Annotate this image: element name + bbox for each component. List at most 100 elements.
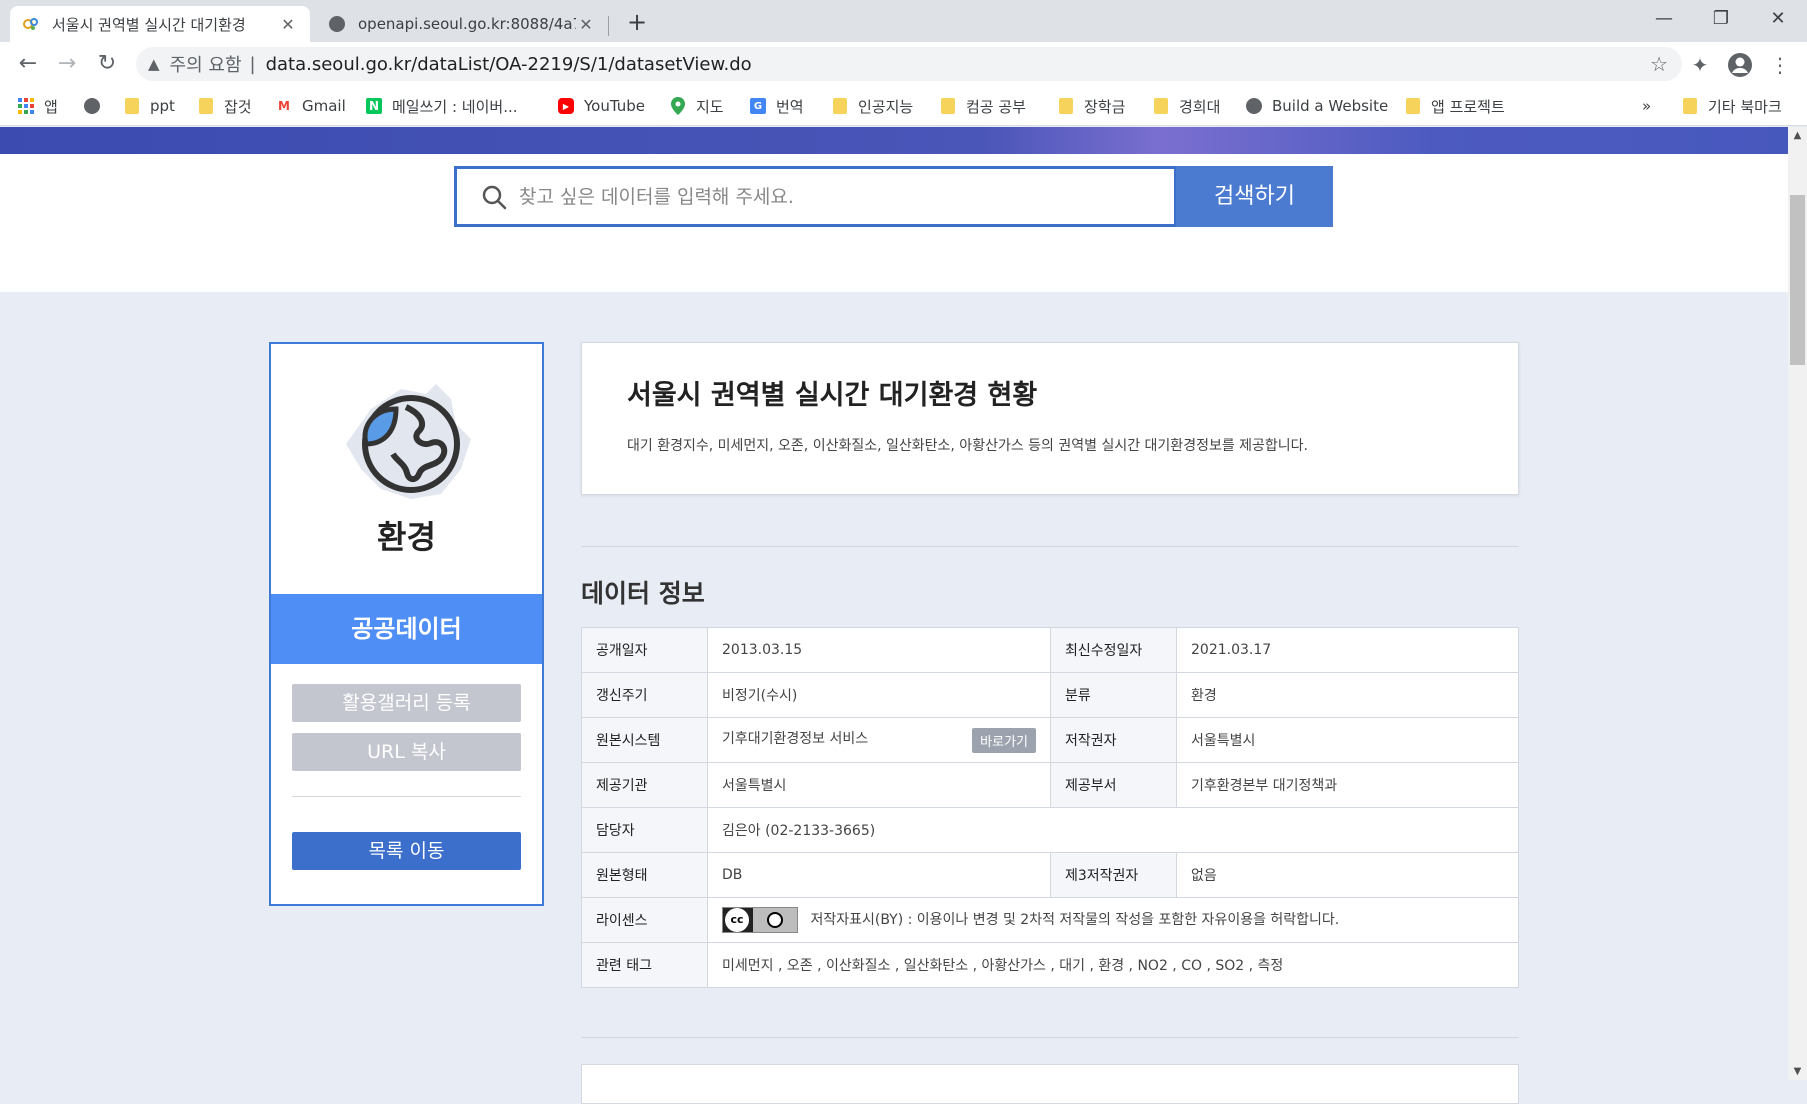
tab-active[interactable]: 서울시 권역별 실시간 대기환경 ✕ xyxy=(10,6,310,42)
bookmark-label: 장학금 xyxy=(1084,97,1126,116)
bookmark-naver-mail[interactable]: N 메일쓰기 : 네이버... xyxy=(366,94,518,118)
close-tab-icon[interactable]: ✕ xyxy=(278,15,298,34)
bookmark-label: Build a Website xyxy=(1272,97,1389,115)
search-box xyxy=(454,166,1177,227)
table-row: 담당자 김은아 (02-2133-3665) xyxy=(581,807,1519,853)
close-window-icon[interactable]: ✕ xyxy=(1750,0,1806,38)
url-copy-button[interactable]: URL 복사 xyxy=(292,733,521,771)
table-cell: 기후환경본부 대기정책과 xyxy=(1176,762,1519,808)
bookmark-build-website[interactable]: Build a Website xyxy=(1246,94,1388,118)
bookmark-label: 앱 프로젝트 xyxy=(1431,97,1505,116)
bookmark-label: Gmail xyxy=(302,97,346,115)
naver-icon: N xyxy=(366,98,382,114)
license-text: 저작자표시(BY) : 이용이나 변경 및 2차적 저작물의 작성을 포함한 자… xyxy=(810,912,1340,928)
extensions-icon[interactable]: ✦ xyxy=(1686,51,1714,79)
source-system-name: 기후대기환경정보 서비스 xyxy=(722,730,869,747)
close-tab-icon[interactable]: ✕ xyxy=(576,15,596,34)
bookmark-label: 잡것 xyxy=(224,97,252,116)
search-input[interactable] xyxy=(507,169,1174,224)
table-header-cell: 원본형태 xyxy=(581,852,708,898)
search-button[interactable]: 검색하기 xyxy=(1176,166,1333,227)
bookmark-khu[interactable]: 경희대 xyxy=(1153,94,1220,118)
restore-icon[interactable]: ❐ xyxy=(1693,0,1749,38)
bookmark-cs-study[interactable]: 컴공 공부 xyxy=(940,94,1026,118)
bookmark-label: 기타 북마크 xyxy=(1708,97,1782,116)
bookmark-ppt[interactable]: ppt xyxy=(124,94,175,118)
table-header-cell: 제3저작권자 xyxy=(1050,852,1177,898)
minimize-icon[interactable]: — xyxy=(1636,0,1692,38)
menu-kebab-icon[interactable]: ⋮ xyxy=(1766,51,1794,79)
new-tab-icon[interactable]: + xyxy=(622,8,652,36)
tab-separator xyxy=(608,16,609,36)
folder-icon xyxy=(1405,98,1421,114)
table-header-cell: 라이센스 xyxy=(581,897,708,943)
section-divider xyxy=(581,1037,1519,1038)
back-icon[interactable]: ← xyxy=(14,50,42,78)
more-bookmarks-icon[interactable]: » xyxy=(1642,94,1651,118)
bookmark-app-project[interactable]: 앱 프로젝트 xyxy=(1405,94,1505,118)
table-row: 갱신주기 비정기(수시) 분류 환경 xyxy=(581,672,1519,718)
url-text[interactable]: data.seoul.go.kr/dataList/OA-2219/S/1/da… xyxy=(266,54,752,75)
bookmark-maps[interactable]: 지도 xyxy=(670,94,724,118)
page-scrollbar[interactable]: ▲ ▼ xyxy=(1788,127,1807,1080)
public-data-band: 공공데이터 xyxy=(271,594,542,664)
bookmark-label: 인공지능 xyxy=(858,97,914,116)
table-cell: 2013.03.15 xyxy=(707,627,1051,673)
sidebar-divider xyxy=(292,796,521,797)
goto-source-button[interactable]: 바로가기 xyxy=(972,727,1036,753)
profile-avatar-icon[interactable] xyxy=(1726,51,1754,79)
bookmark-label: 지도 xyxy=(696,97,724,116)
bookmark-globe[interactable] xyxy=(84,94,110,118)
table-row: 원본형태 DB 제3저작권자 없음 xyxy=(581,852,1519,898)
table-cell: 기후대기환경정보 서비스 바로가기 xyxy=(707,717,1051,763)
tab-strip: 서울시 권역별 실시간 대기환경 ✕ openapi.seoul.go.kr:8… xyxy=(0,0,1807,42)
bookmark-apps[interactable]: 앱 xyxy=(18,94,58,118)
bookmark-scholarship[interactable]: 장학금 xyxy=(1058,94,1125,118)
list-move-button[interactable]: 목록 이동 xyxy=(292,832,521,870)
gallery-register-button[interactable]: 활용갤러리 등록 xyxy=(292,684,521,722)
bookmark-label: ppt xyxy=(150,97,175,115)
security-warning-label[interactable]: 주의 요함 xyxy=(170,51,242,77)
bookmark-label: 앱 xyxy=(44,97,58,116)
table-header-cell: 담당자 xyxy=(581,807,708,853)
table-row: 제공기관 서울특별시 제공부서 기후환경본부 대기정책과 xyxy=(581,762,1519,808)
table-cell: 비정기(수시) xyxy=(707,672,1051,718)
bookmark-translate[interactable]: G 번역 xyxy=(750,94,804,118)
section-divider xyxy=(581,546,1519,547)
scroll-down-icon[interactable]: ▼ xyxy=(1788,1063,1807,1080)
globe-icon xyxy=(328,15,346,33)
warning-icon[interactable]: ▲ xyxy=(148,55,160,73)
table-header-cell: 저작권자 xyxy=(1050,717,1177,763)
bookmark-other[interactable]: 기타 북마크 xyxy=(1682,94,1782,118)
bookmark-youtube[interactable]: ▶ YouTube xyxy=(558,94,645,118)
address-bar[interactable]: ▲ 주의 요함 | data.seoul.go.kr/dataList/OA-2… xyxy=(136,47,1682,81)
scrollbar-thumb[interactable] xyxy=(1790,195,1805,365)
bookmark-gmail[interactable]: M Gmail xyxy=(276,94,346,118)
table-cell: 없음 xyxy=(1176,852,1519,898)
reload-icon[interactable]: ↻ xyxy=(93,50,121,78)
bookmark-label: 경희대 xyxy=(1179,97,1221,116)
table-cell: 김은아 (02-2133-3665) xyxy=(707,807,1519,853)
table-row: 원본시스템 기후대기환경정보 서비스 바로가기 저작권자 서울특별시 xyxy=(581,717,1519,763)
tab-inactive[interactable]: openapi.seoul.go.kr:8088/4a716 ✕ xyxy=(316,6,608,42)
header-banner xyxy=(0,127,1788,154)
bookmark-misc[interactable]: 잡것 xyxy=(198,94,252,118)
dataset-title-card: 서울시 권역별 실시간 대기환경 현황 대기 환경지수, 미세먼지, 오존, 이… xyxy=(581,342,1519,495)
forward-icon[interactable]: → xyxy=(53,50,81,78)
folder-icon xyxy=(1682,98,1698,114)
maps-pin-icon xyxy=(670,97,686,115)
scroll-up-icon[interactable]: ▲ xyxy=(1788,127,1807,144)
table-cell: cc 저작자표시(BY) : 이용이나 변경 및 2차적 저작물의 작성을 포함… xyxy=(707,897,1519,943)
table-header-cell: 공개일자 xyxy=(581,627,708,673)
dataset-title: 서울시 권역별 실시간 대기환경 현황 xyxy=(627,380,1038,411)
dataset-description: 대기 환경지수, 미세먼지, 오존, 이산화질소, 일산화탄소, 아황산가스 등… xyxy=(627,438,1309,454)
bookmarks-bar: 앱 ppt 잡것 M Gmail N 메일쓰기 : 네이버... ▶ YouTu… xyxy=(0,86,1807,126)
globe-icon xyxy=(84,98,100,114)
seoul-favicon-icon xyxy=(22,15,40,33)
bookmark-ai[interactable]: 인공지능 xyxy=(832,94,913,118)
bookmark-star-icon[interactable]: ☆ xyxy=(1650,52,1668,76)
table-cell: DB xyxy=(707,852,1051,898)
table-header-cell: 갱신주기 xyxy=(581,672,708,718)
youtube-icon: ▶ xyxy=(558,98,574,114)
table-header-cell: 원본시스템 xyxy=(581,717,708,763)
